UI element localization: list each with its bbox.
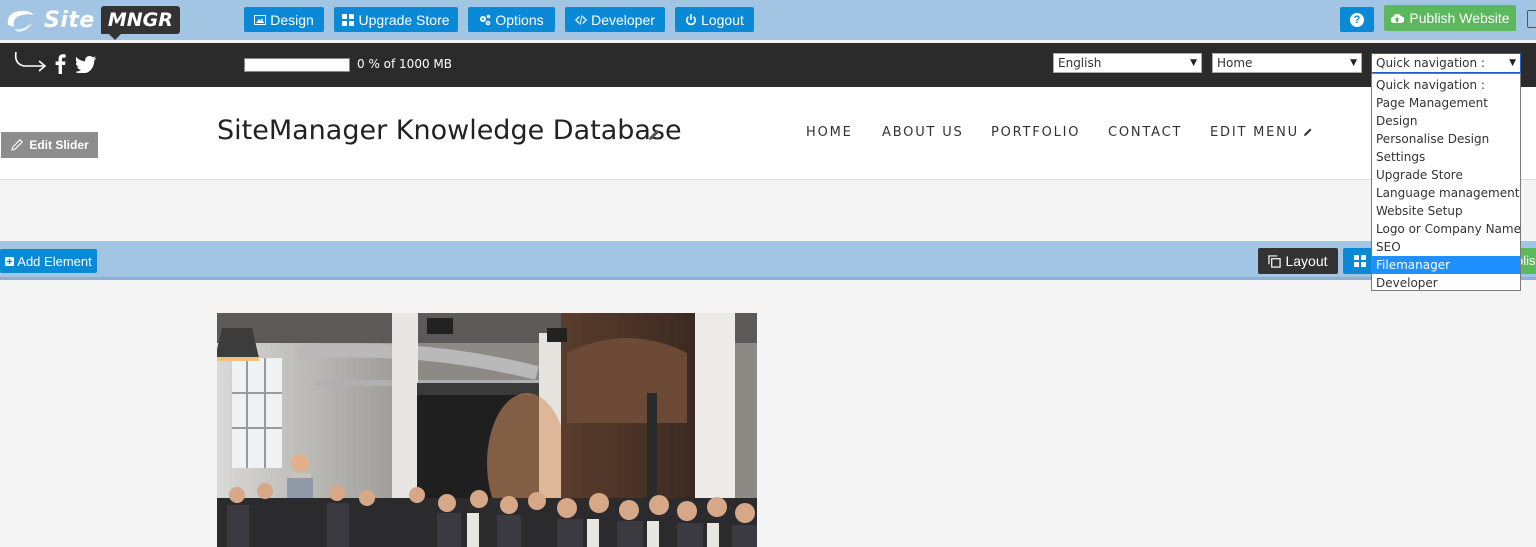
- nav-about-us[interactable]: ABOUT US: [882, 125, 964, 140]
- edit-slider-label: Edit Slider: [29, 138, 89, 152]
- quick-navigation-select[interactable]: Quick navigation : ▼: [1371, 53, 1521, 73]
- publish-website-label: Publish Website: [1409, 10, 1510, 26]
- pencil-icon: [11, 139, 24, 151]
- grid-icon: [1354, 255, 1366, 267]
- chevron-down-icon: ▼: [1350, 58, 1357, 68]
- design-button[interactable]: Design: [244, 7, 324, 32]
- logout-button[interactable]: Logout: [675, 7, 754, 32]
- nav-home[interactable]: HOME: [806, 125, 853, 140]
- nav-edit-menu[interactable]: EDIT MENU: [1210, 125, 1313, 140]
- code-icon: [575, 14, 588, 25]
- facebook-icon[interactable]: [54, 54, 66, 74]
- dropdown-option[interactable]: Developer: [1372, 274, 1520, 292]
- nav-edit-menu-label: EDIT MENU: [1210, 125, 1300, 140]
- storage-usage-text: 0 % of 1000 MB: [357, 57, 452, 71]
- help-button[interactable]: ?: [1340, 7, 1374, 32]
- nav-contact[interactable]: CONTACT: [1108, 125, 1182, 140]
- publish-website-button[interactable]: Publish Website: [1384, 5, 1516, 31]
- site-title[interactable]: SiteManager Knowledge Database: [217, 115, 682, 146]
- options-button-label: Options: [495, 11, 544, 28]
- logout-button-label: Logout: [701, 11, 744, 28]
- dropdown-option[interactable]: Website Setup: [1372, 202, 1520, 220]
- language-select[interactable]: English ▼: [1053, 53, 1202, 73]
- dropdown-option[interactable]: Upgrade Store: [1372, 166, 1520, 184]
- curved-arrow-icon: [14, 51, 47, 72]
- sitemngr-logo[interactable]: Site MNGR: [4, 3, 180, 40]
- copy-icon: [1268, 254, 1282, 268]
- page-select-value: Home: [1217, 56, 1253, 70]
- twitter-icon[interactable]: [76, 56, 96, 73]
- gears-icon: [480, 14, 491, 25]
- dropdown-option[interactable]: Quick navigation :: [1372, 76, 1520, 94]
- chevron-down-icon: ▼: [1190, 58, 1197, 68]
- panel-toggle-icon[interactable]: [1527, 10, 1536, 28]
- dropdown-option[interactable]: Personalise Design: [1372, 130, 1520, 148]
- image-icon: [254, 14, 267, 25]
- blocks-button[interactable]: [1343, 248, 1373, 274]
- developer-button[interactable]: Developer: [565, 7, 665, 32]
- edit-slider-button[interactable]: Edit Slider: [1, 132, 98, 158]
- dropdown-option[interactable]: SEO: [1372, 238, 1520, 256]
- design-button-label: Design: [270, 11, 314, 28]
- grid-icon: [342, 13, 355, 26]
- logo-site-text: Site: [44, 7, 95, 33]
- dropdown-option-selected[interactable]: Filemanager: [1372, 256, 1520, 274]
- chevron-down-icon: ▼: [1509, 58, 1516, 68]
- conference-photo: [217, 313, 757, 547]
- dropdown-option[interactable]: Design: [1372, 112, 1520, 130]
- add-element-button[interactable]: Add Element: [0, 249, 97, 273]
- quick-navigation-dropdown: Quick navigation : Page Management Desig…: [1371, 73, 1521, 291]
- top-toolbar: [0, 0, 1536, 40]
- logo-mngr-text: MNGR: [100, 6, 180, 40]
- conference-photo-illustration: [217, 313, 757, 547]
- options-button[interactable]: Options: [468, 7, 555, 32]
- language-select-value: English: [1058, 56, 1102, 70]
- quick-navigation-select-value: Quick navigation :: [1376, 56, 1485, 70]
- nav-portfolio[interactable]: PORTFOLIO: [991, 125, 1080, 140]
- power-icon: [686, 13, 697, 25]
- upgrade-store-button-label: Upgrade Store: [358, 11, 450, 28]
- plus-square-icon: [5, 256, 15, 266]
- pencil-icon: [1304, 128, 1312, 136]
- dropdown-option[interactable]: Page Management: [1372, 94, 1520, 112]
- developer-button-label: Developer: [591, 11, 655, 28]
- layout-button-label: Layout: [1285, 253, 1328, 269]
- logo-swirl-icon: [7, 10, 34, 32]
- page-select[interactable]: Home ▼: [1212, 53, 1362, 73]
- edit-title-pencil-icon[interactable]: [647, 128, 661, 142]
- dropdown-option[interactable]: Language management: [1372, 184, 1520, 202]
- cloud-upload-icon: [1391, 13, 1405, 23]
- upgrade-store-button[interactable]: Upgrade Store: [334, 7, 458, 32]
- storage-progress-bar: [244, 58, 350, 72]
- layout-button[interactable]: Layout: [1258, 248, 1338, 274]
- add-element-label: Add Element: [17, 253, 92, 269]
- help-icon: ?: [1350, 12, 1364, 27]
- dropdown-option[interactable]: Settings: [1372, 148, 1520, 166]
- dropdown-option[interactable]: Logo or Company Name: [1372, 220, 1521, 238]
